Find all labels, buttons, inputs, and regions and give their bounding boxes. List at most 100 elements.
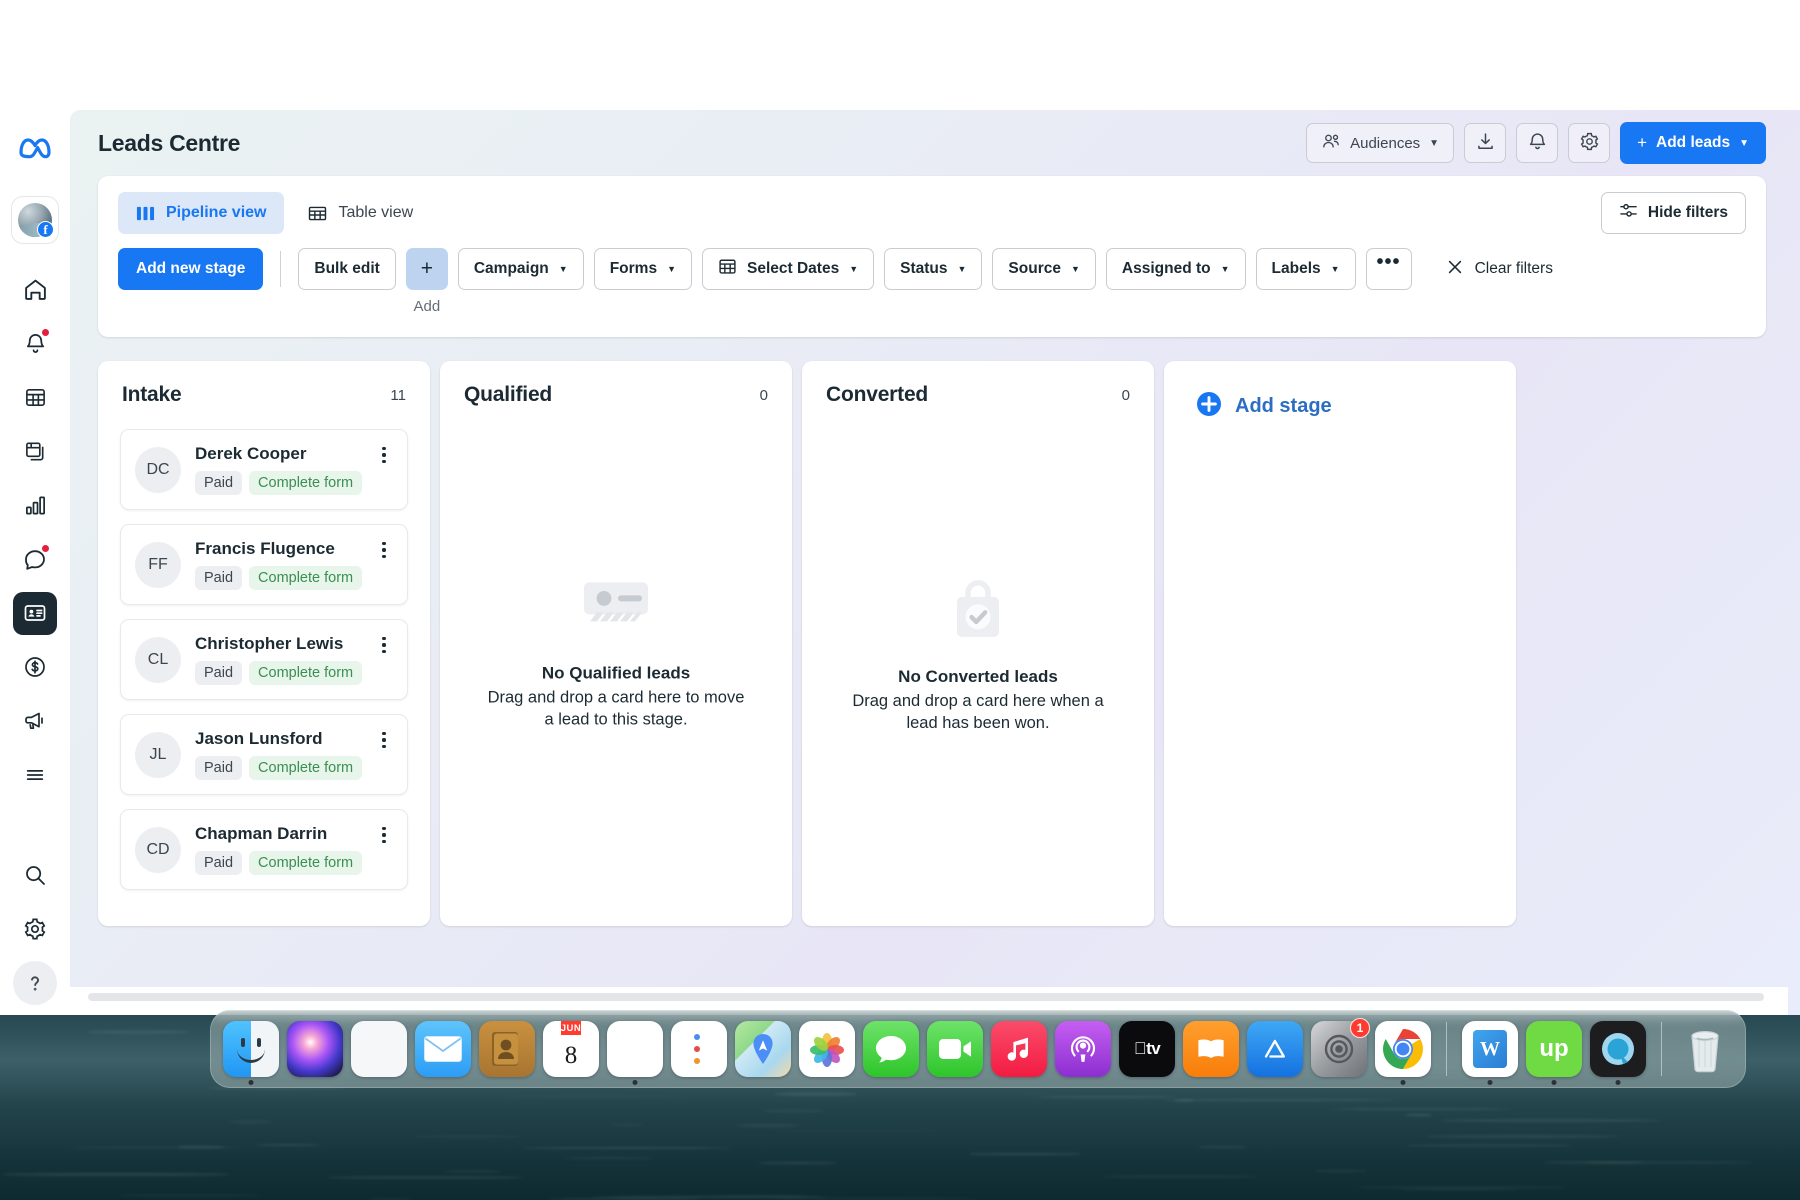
more-filters-button[interactable]: ••• bbox=[1366, 248, 1412, 290]
dock-item-messages[interactable] bbox=[863, 1021, 919, 1077]
dock-item-upwork[interactable]: up bbox=[1526, 1021, 1582, 1077]
lead-name: Derek Cooper bbox=[195, 444, 393, 464]
maps-icon bbox=[735, 1021, 791, 1077]
lead-options-menu-icon[interactable] bbox=[375, 729, 393, 751]
filter-source[interactable]: Source ▼ bbox=[992, 248, 1095, 290]
stage-header: Converted 0 bbox=[802, 361, 1154, 407]
settings-badge: 1 bbox=[1350, 1018, 1370, 1038]
messages-icon bbox=[863, 1021, 919, 1077]
tab-pipeline-view-label: Pipeline view bbox=[166, 204, 266, 222]
dock-item-music[interactable] bbox=[991, 1021, 1047, 1077]
photos-icon bbox=[799, 1021, 855, 1077]
dock-item-siri[interactable] bbox=[287, 1021, 343, 1077]
dock-item-podcasts[interactable] bbox=[1055, 1021, 1111, 1077]
settings-button[interactable] bbox=[1568, 123, 1610, 163]
lead-options-menu-icon[interactable] bbox=[375, 824, 393, 846]
more-menu-icon[interactable] bbox=[13, 753, 57, 797]
dock-item-appstore[interactable] bbox=[1247, 1021, 1303, 1077]
lead-card[interactable]: CD Chapman Darrin Paid Complete form bbox=[120, 809, 408, 890]
chevron-down-icon: ▼ bbox=[1221, 264, 1230, 274]
account-avatar[interactable]: f bbox=[11, 196, 59, 244]
monetisation-dollar-icon[interactable] bbox=[13, 645, 57, 689]
plus-icon: + bbox=[1637, 133, 1647, 153]
gear-icon[interactable] bbox=[13, 907, 57, 951]
chevron-down-icon: ▼ bbox=[849, 264, 858, 274]
pages-icon[interactable] bbox=[13, 430, 57, 474]
view-row: Pipeline view Table view Hide filters bbox=[118, 192, 1746, 234]
filter-forms[interactable]: Forms ▼ bbox=[594, 248, 692, 290]
dock-item-trash[interactable] bbox=[1677, 1021, 1733, 1077]
dock-item-launchpad[interactable] bbox=[351, 1021, 407, 1077]
header-actions: Audiences ▼ + Add leads ▼ bbox=[1306, 122, 1766, 164]
add-leads-button[interactable]: + Add leads ▼ bbox=[1620, 122, 1766, 164]
inbox-chat-icon[interactable] bbox=[13, 538, 57, 582]
facebook-badge-icon: f bbox=[37, 221, 54, 238]
dock-item-mail[interactable] bbox=[415, 1021, 471, 1077]
sidebar-item-leads-centre[interactable] bbox=[13, 592, 57, 636]
tag-source: Paid bbox=[195, 471, 242, 495]
dock-item-photos[interactable] bbox=[799, 1021, 855, 1077]
home-icon[interactable] bbox=[13, 268, 57, 312]
contacts-icon bbox=[479, 1021, 535, 1077]
dock-item-chrome[interactable] bbox=[1375, 1021, 1431, 1077]
add-stage-button[interactable]: Add stage bbox=[1164, 361, 1516, 422]
plus-circle-icon bbox=[1196, 391, 1222, 422]
filter-labels[interactable]: Labels ▼ bbox=[1256, 248, 1356, 290]
lead-options-menu-icon[interactable] bbox=[375, 539, 393, 561]
podcasts-icon bbox=[1055, 1021, 1111, 1077]
clear-filters-button[interactable]: Clear filters bbox=[1440, 248, 1559, 290]
filter-campaign-label: Campaign bbox=[474, 260, 549, 278]
table-icon[interactable] bbox=[13, 376, 57, 420]
filter-assigned-to[interactable]: Assigned to ▼ bbox=[1106, 248, 1246, 290]
filter-select-dates[interactable]: Select Dates ▼ bbox=[702, 248, 874, 290]
dock-item-facetime[interactable] bbox=[927, 1021, 983, 1077]
lead-options-menu-icon[interactable] bbox=[375, 444, 393, 466]
audiences-button[interactable]: Audiences ▼ bbox=[1306, 123, 1454, 163]
dock-item-maps[interactable] bbox=[735, 1021, 791, 1077]
download-button[interactable] bbox=[1464, 123, 1506, 163]
lead-card[interactable]: JL Jason Lunsford Paid Complete form bbox=[120, 714, 408, 795]
finder-icon bbox=[223, 1021, 279, 1077]
dock-item-word[interactable]: W bbox=[1462, 1021, 1518, 1077]
lead-options-menu-icon[interactable] bbox=[375, 634, 393, 656]
dock-item-reminders[interactable] bbox=[671, 1021, 727, 1077]
tag-status: Complete form bbox=[249, 661, 362, 685]
stage-header: Intake 11 bbox=[98, 361, 430, 407]
reminders-icon bbox=[671, 1021, 727, 1077]
pipeline-columns-icon bbox=[136, 204, 155, 223]
notifications-bell-icon[interactable] bbox=[13, 322, 57, 366]
tab-pipeline-view[interactable]: Pipeline view bbox=[118, 192, 284, 234]
ads-megaphone-icon[interactable] bbox=[13, 699, 57, 743]
lead-card[interactable]: DC Derek Cooper Paid Complete form bbox=[120, 429, 408, 510]
insights-bar-chart-icon[interactable] bbox=[13, 484, 57, 528]
meta-logo-icon[interactable] bbox=[13, 126, 57, 170]
dock-item-quicktime[interactable] bbox=[1590, 1021, 1646, 1077]
stage-column-converted: Converted 0 No Converted leads Drag and … bbox=[802, 361, 1154, 926]
lead-card[interactable]: FF Francis Flugence Paid Complete form bbox=[120, 524, 408, 605]
tab-table-view[interactable]: Table view bbox=[290, 192, 431, 234]
dock-item-finder[interactable] bbox=[223, 1021, 279, 1077]
add-leads-label: Add leads bbox=[1656, 134, 1730, 152]
dock-item-contacts[interactable] bbox=[479, 1021, 535, 1077]
stage-title: Intake bbox=[122, 383, 182, 407]
dock-item-system-settings[interactable]: 1 bbox=[1311, 1021, 1367, 1077]
upwork-glyph: up bbox=[1539, 1035, 1568, 1063]
dock-item-calendar[interactable]: JUN 8 bbox=[543, 1021, 599, 1077]
dock-item-appletv[interactable]: tv bbox=[1119, 1021, 1175, 1077]
dock-item-notes[interactable] bbox=[607, 1021, 663, 1077]
gear-icon bbox=[1579, 131, 1600, 156]
add-filter-button[interactable]: + bbox=[406, 248, 448, 290]
notifications-button[interactable] bbox=[1516, 123, 1558, 163]
add-new-stage-button[interactable]: Add new stage bbox=[118, 248, 263, 290]
lead-card[interactable]: CL Christopher Lewis Paid Complete form bbox=[120, 619, 408, 700]
bulk-edit-button[interactable]: Bulk edit bbox=[298, 248, 395, 290]
dock-item-books[interactable] bbox=[1183, 1021, 1239, 1077]
stage-card-list[interactable]: DC Derek Cooper Paid Complete form FF Fr… bbox=[98, 407, 430, 890]
search-icon[interactable] bbox=[13, 853, 57, 897]
horizontal-scrollbar[interactable] bbox=[88, 993, 1764, 1001]
filter-status[interactable]: Status ▼ bbox=[884, 248, 982, 290]
help-icon[interactable] bbox=[13, 961, 57, 1005]
hide-filters-button[interactable]: Hide filters bbox=[1601, 192, 1746, 234]
filter-campaign[interactable]: Campaign ▼ bbox=[458, 248, 584, 290]
stage-count: 0 bbox=[760, 387, 768, 404]
